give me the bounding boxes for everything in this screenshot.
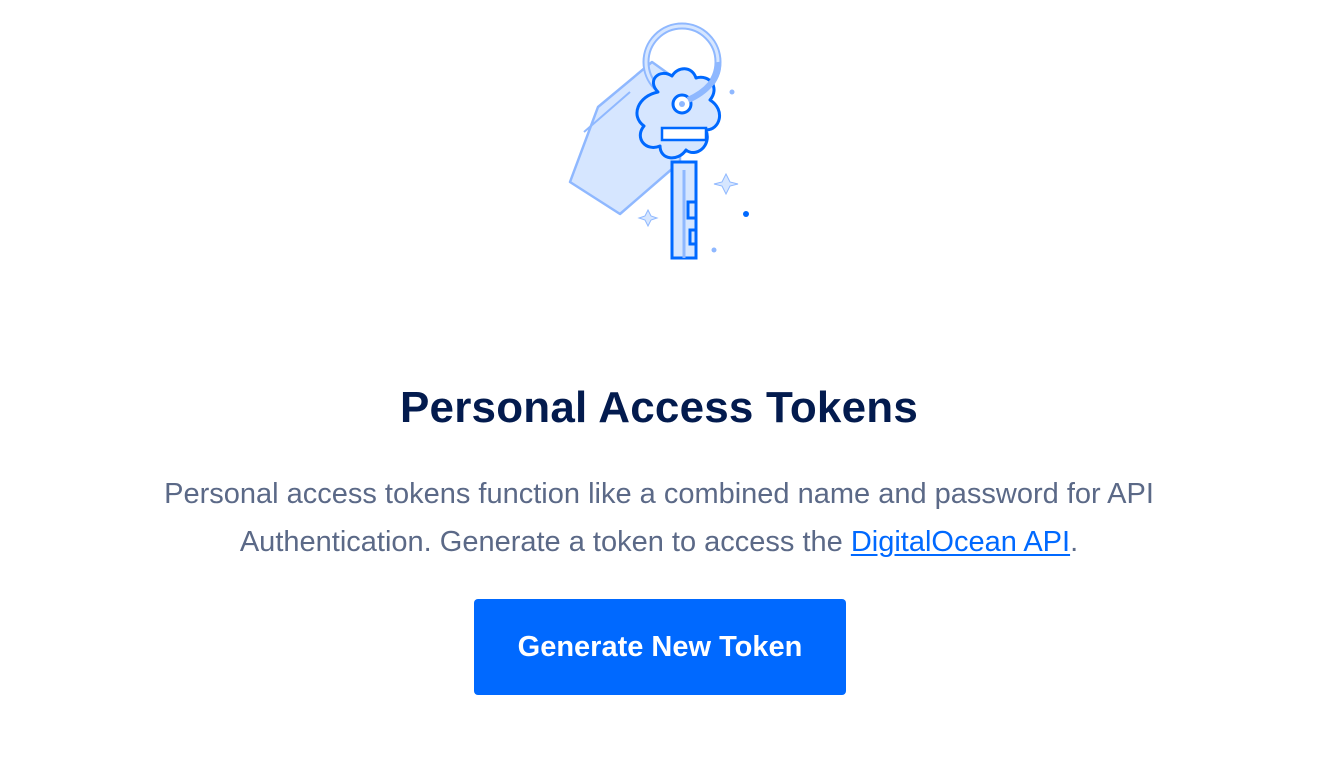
- key-with-tag-icon: [568, 22, 749, 260]
- page-description: Personal access tokens function like a c…: [109, 470, 1209, 566]
- generate-new-token-button[interactable]: Generate New Token: [474, 599, 846, 695]
- digitalocean-api-link[interactable]: DigitalOcean API: [851, 526, 1070, 558]
- tokens-empty-state: Personal Access Tokens Personal access t…: [0, 0, 1318, 770]
- description-end: .: [1070, 526, 1079, 558]
- page-title: Personal Access Tokens: [400, 383, 918, 432]
